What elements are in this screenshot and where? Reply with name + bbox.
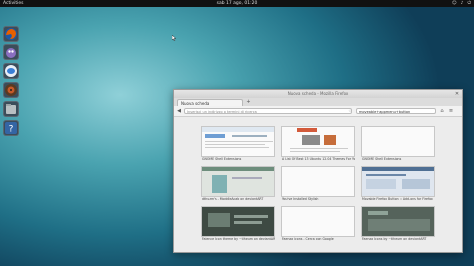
tile-caption: You've Installed Stylish [282,197,319,201]
menu-icon[interactable]: ≡ [448,108,454,114]
tile-thumbnail [281,206,355,237]
pidgin-icon[interactable] [3,44,19,60]
tile-caption: dthuzm's - ModdleAcab on deviantART [202,197,264,201]
files-icon[interactable] [3,101,19,117]
tile-1[interactable]: GNOME Shell Extensions [201,126,275,162]
window-titlebar[interactable]: Nuova scheda - Mozilla Firefox ✕ [174,90,462,98]
navigation-toolbar: ◀ Inserisci un indirizzo o termini di ri… [174,106,462,117]
url-input[interactable]: Inserisci un indirizzo o termini di rice… [184,108,352,114]
tile-thumbnail [361,126,435,157]
tile-thumbnail [201,166,275,197]
svg-text:?: ? [9,125,14,135]
tile-6[interactable]: Movable Firefox Button :: Add-ons for Fi… [361,166,435,202]
tile-caption: GNOME Shell Extensions [202,157,242,161]
bookmark-star-icon[interactable]: ☆ [347,108,353,114]
mouse-cursor-icon [172,35,177,41]
home-icon[interactable]: ⌂ [439,108,445,114]
window-title: Nuova scheda - Mozilla Firefox [287,91,349,96]
tile-thumbnail [281,166,355,197]
close-icon[interactable]: ✕ [454,91,460,97]
tile-3[interactable]: GNOME Shell Extensions [361,126,435,162]
tile-caption: Movable Firefox Button :: Add-ons for Fi… [362,197,433,201]
clock[interactable]: sab 17 ago, 01:20 [0,0,474,7]
power-icon[interactable]: ⏻ [467,0,471,7]
tile-thumbnail [361,206,435,237]
tab-new[interactable]: Nuova scheda [177,99,243,106]
accessibility-icon[interactable]: ☺ [452,0,457,7]
search-input[interactable]: moveable+appmenu+button [356,108,436,114]
firefox-window: Nuova scheda - Mozilla Firefox ✕ Nuova s… [173,89,463,253]
help-icon[interactable]: ? [3,120,19,136]
tile-7[interactable]: Faience Icon theme by ~tiheum on deviant… [201,206,275,242]
top-bar: Activities sab 17 ago, 01:20 ☺ ♪ ⏻ [0,0,474,7]
firefox-icon[interactable] [3,26,19,42]
tile-9[interactable]: Faenza Icons by ~tiheum on deviantART [361,206,435,242]
empathy-icon[interactable] [3,63,19,79]
tile-caption: Faenza Icons by ~tiheum on deviantART [362,237,427,241]
tile-caption: Faenza icons - Cerca con Google [282,237,334,241]
tile-caption: A List Of Best 13 Ubuntu 12.04 Themes Fo… [282,157,355,161]
tile-2[interactable]: A List Of Best 13 Ubuntu 12.04 Themes Fo… [281,126,355,162]
tile-thumbnail [201,206,275,237]
rhythmbox-icon[interactable] [3,82,19,98]
tile-thumbnail [361,166,435,197]
tile-4[interactable]: dthuzm's - ModdleAcab on deviantART [201,166,275,202]
tile-8[interactable]: Faenza icons - Cerca con Google [281,206,355,242]
back-icon[interactable]: ◀ [176,108,182,114]
volume-icon[interactable]: ♪ [461,0,464,7]
status-indicators: ☺ ♪ ⏻ [452,0,471,7]
tile-5[interactable]: You've Installed Stylish [281,166,355,202]
tile-thumbnail [201,126,275,157]
tile-thumbnail [281,126,355,157]
tile-caption: GNOME Shell Extensions [362,157,402,161]
new-tab-button[interactable]: + [245,99,252,105]
tab-bar: Nuova scheda + [174,98,462,106]
tile-caption: Faience Icon theme by ~tiheum on deviant… [202,237,275,241]
